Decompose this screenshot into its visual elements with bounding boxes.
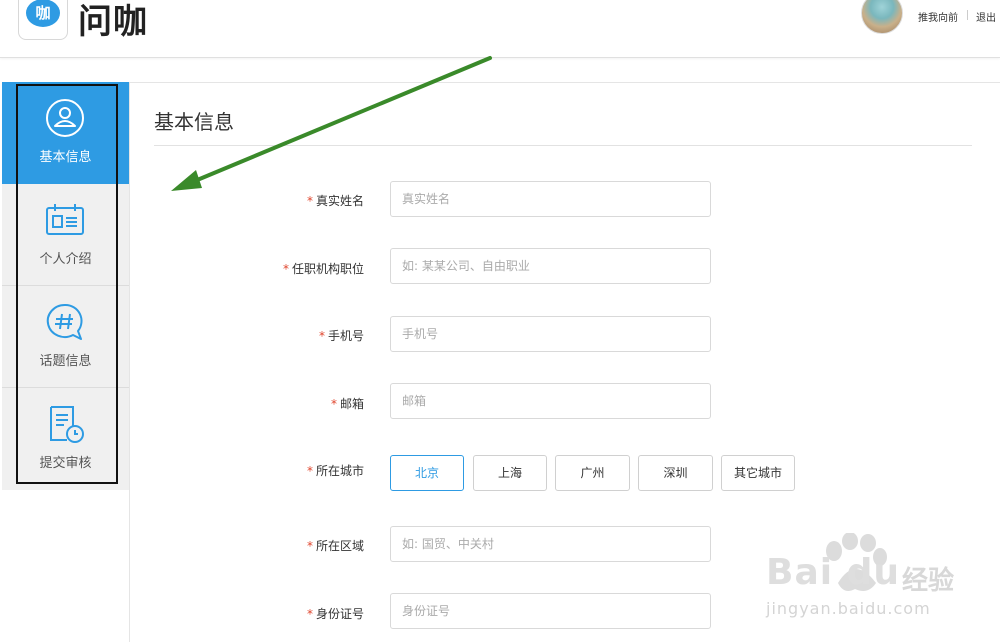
required-mark: * [306,194,313,208]
watermark-brand: Bai du [766,552,901,593]
sidebar-item-submit[interactable]: 提交审核 [2,388,129,490]
district-label: * 所在区域 [164,537,364,554]
city-option-beijing[interactable]: 北京 [390,455,464,491]
logout-link[interactable]: 退出 [976,9,996,24]
sidebar-item-label: 话题信息 [39,354,92,369]
document-clock-icon [50,406,84,443]
id-number-input[interactable] [390,593,711,629]
sidebar-item-label: 个人介绍 [39,252,92,267]
district-input[interactable] [390,526,711,562]
id-number-label: * 身份证号 [164,605,364,622]
phone-input[interactable] [390,316,711,352]
sidebar-item-basic-info[interactable]: 基本信息 [2,82,129,184]
city-label: * 所在城市 [164,462,364,479]
required-mark: * [282,262,289,276]
user-circle-icon [46,99,84,137]
id-card-icon [46,204,84,235]
user-name-link[interactable]: 推我向前 [918,9,958,24]
position-input[interactable] [390,248,711,284]
real-name-input[interactable] [390,181,711,217]
sidebar-nav: 基本信息 个人介绍 话题信息 提交审核 [2,82,129,490]
page-title: 基本信息 [154,110,234,134]
app-logo[interactable]: 咖 [18,0,68,40]
required-mark: * [306,607,313,621]
email-input[interactable] [390,383,711,419]
header-divider [967,10,968,20]
email-label: * 邮箱 [164,395,364,412]
hashtag-bubble-icon [46,303,83,340]
city-option-other[interactable]: 其它城市 [721,455,795,491]
city-label-text: 所在城市 [315,464,364,478]
sidebar-item-topics[interactable]: 话题信息 [2,286,129,388]
district-label-text: 所在区域 [315,539,364,553]
email-label-text: 邮箱 [339,397,364,411]
city-option-shanghai[interactable]: 上海 [473,455,547,491]
id-number-label-text: 身份证号 [315,607,364,621]
top-header: 咖 问咖 推我向前 退出 [0,0,1000,58]
title-divider [154,145,972,146]
city-option-shenzhen[interactable]: 深圳 [638,455,713,491]
real-name-label-text: 真实姓名 [315,194,364,208]
watermark-url: jingyan.baidu.com [766,599,931,618]
avatar[interactable] [861,0,903,34]
required-mark: * [306,464,313,478]
sidebar-item-label: 提交审核 [39,456,92,471]
sidebar-item-label: 基本信息 [39,150,92,165]
required-mark: * [306,539,313,553]
phone-label: * 手机号 [164,327,364,344]
required-mark: * [330,397,337,411]
city-option-guangzhou[interactable]: 广州 [555,455,630,491]
sidebar-item-intro[interactable]: 个人介绍 [2,184,129,286]
position-label-text: 任职机构职位 [291,262,364,276]
real-name-label: * 真实姓名 [164,192,364,209]
phone-label-text: 手机号 [327,329,364,343]
logo-mark: 咖 [26,0,60,27]
position-label: * 任职机构职位 [164,260,364,277]
required-mark: * [318,329,325,343]
logo-text: 问咖 [78,2,148,42]
watermark-jingyan: 经验 [902,566,955,596]
